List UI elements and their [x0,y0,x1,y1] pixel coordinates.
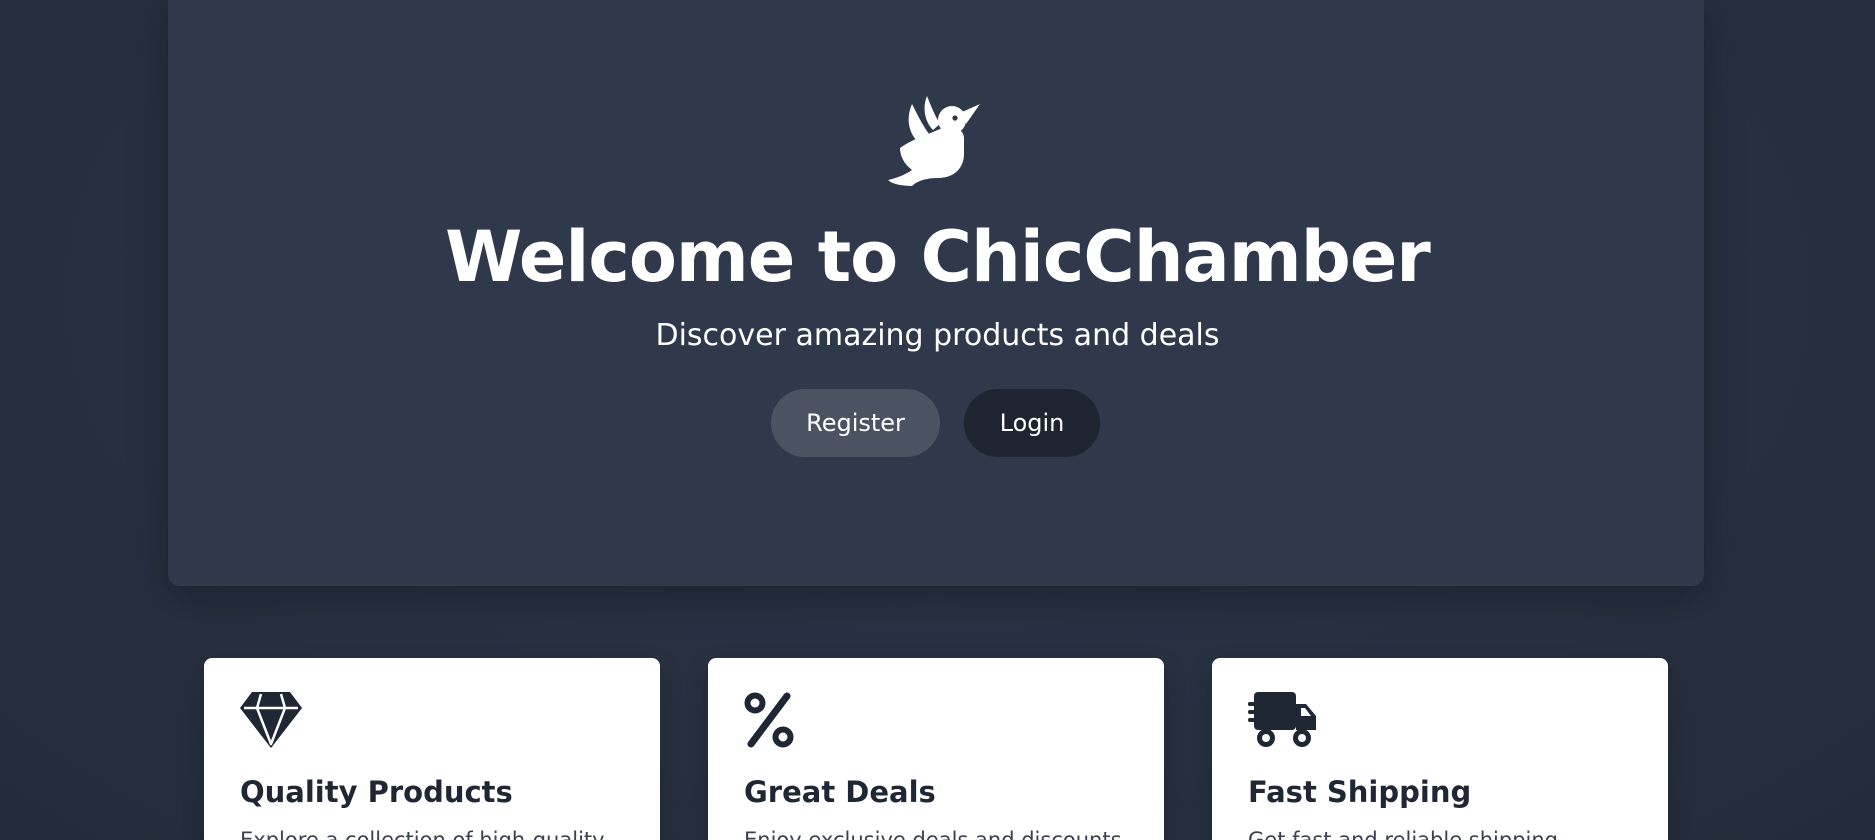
page-title: Welcome to ChicChamber [445,216,1431,298]
hero-subtitle: Discover amazing products and deals [655,318,1220,353]
dove-icon [888,92,982,186]
feature-title: Quality Products [240,775,513,809]
feature-title: Great Deals [744,775,936,809]
feature-card-shipping: Fast Shipping Get fast and reliable ship… [1212,658,1668,840]
feature-card-quality: Quality Products Explore a collection of… [204,658,660,840]
page: Welcome to ChicChamber Discover amazing … [0,0,1875,840]
feature-title: Fast Shipping [1248,775,1472,809]
register-button[interactable]: Register [771,389,940,457]
shipping-fast-icon [1248,692,1318,752]
gem-icon [240,692,310,752]
feature-description: Enjoy exclusive deals and discounts [744,828,1122,840]
feature-card-deals: Great Deals Enjoy exclusive deals and di… [708,658,1164,840]
feature-description: Get fast and reliable shipping [1248,828,1559,840]
feature-description: Explore a collection of high-quality [240,828,605,840]
percent-icon [744,692,814,752]
login-button[interactable]: Login [964,389,1100,457]
